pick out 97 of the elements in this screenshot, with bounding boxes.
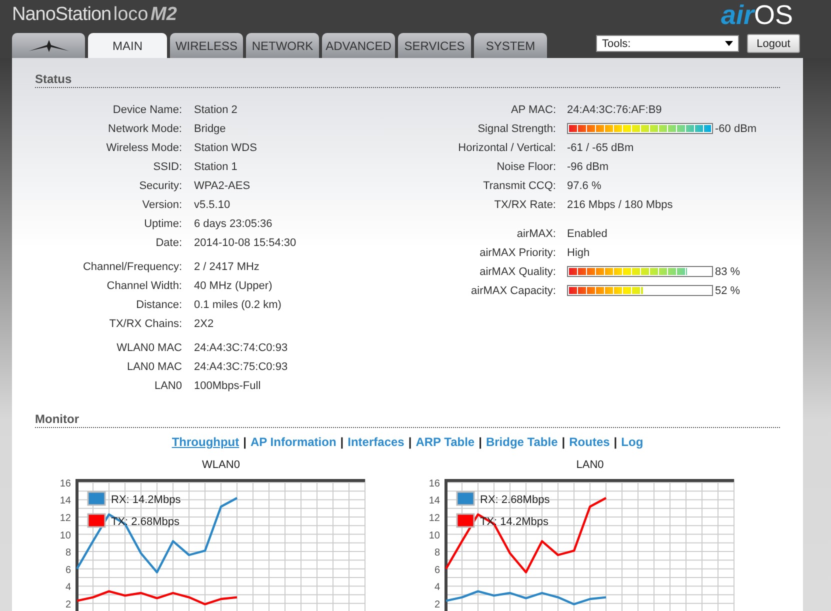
field-label: Uptime: xyxy=(143,218,182,230)
field-value: Bridge xyxy=(194,122,226,134)
field-label: Channel/Frequency: xyxy=(82,260,182,272)
field-value: Station 1 xyxy=(194,160,238,172)
field-label: LAN0 xyxy=(153,380,182,392)
section-title: Status xyxy=(35,72,780,88)
legend-label: RX: 14.2Mbps xyxy=(111,494,181,506)
y-tick-label: 14 xyxy=(428,496,440,507)
link-separator: | xyxy=(408,435,412,449)
y-tick-label: 14 xyxy=(60,496,71,507)
monitor-link[interactable]: Bridge Table xyxy=(486,435,558,449)
chart-title: LAN0 xyxy=(575,459,605,471)
y-tick-label: 16 xyxy=(428,479,440,490)
y-tick-label: 8 xyxy=(434,548,440,559)
field-value: Station WDS xyxy=(194,142,257,154)
field-value: 100Mbps-Full xyxy=(194,380,261,392)
y-tick-label: 6 xyxy=(65,564,71,576)
legend-label: RX: 2.68Mbps xyxy=(480,494,550,506)
link-separator: | xyxy=(614,435,618,449)
y-tick-label: 12 xyxy=(60,513,71,524)
field-value: Enabled xyxy=(567,228,608,240)
nav-tab[interactable]: MAIN xyxy=(88,33,167,58)
field-value: v5.5.10 xyxy=(194,198,230,210)
y-tick-label: 4 xyxy=(65,582,71,594)
field-value: 2 / 2417 MHz xyxy=(194,260,260,272)
monitor-link[interactable]: Interfaces xyxy=(348,435,404,449)
monitor-link[interactable]: Routes xyxy=(569,435,610,449)
field-label: Version: xyxy=(141,198,182,210)
field-label: Signal Strength: xyxy=(476,122,556,134)
nav-tab[interactable]: SYSTEM xyxy=(474,33,547,58)
section-title: Monitor xyxy=(35,412,780,428)
link-separator: | xyxy=(478,435,482,449)
field-value: 216 Mbps / 180 Mbps xyxy=(567,198,673,210)
monitor-link[interactable]: Throughput xyxy=(172,435,240,449)
field-label: Transmit CCQ: xyxy=(482,180,556,192)
field-value: 24:A4:3C:74:C0:93 xyxy=(194,342,288,354)
field-label: Channel Width: xyxy=(106,280,182,292)
caret-icon xyxy=(725,41,733,46)
field-label: airMAX Quality: xyxy=(478,266,556,278)
link-separator: | xyxy=(562,435,566,449)
meter-reading: 83 % xyxy=(715,266,740,278)
meter-reading: -60 dBm xyxy=(715,122,757,134)
y-tick-label: 4 xyxy=(434,582,440,594)
y-tick-label: 2 xyxy=(65,599,71,610)
field-value: 0.1 miles (0.2 km) xyxy=(194,298,282,310)
logo-tab[interactable] xyxy=(12,33,85,58)
field-value: 2X2 xyxy=(194,318,214,330)
field-value: -61 / -65 dBm xyxy=(567,142,634,154)
field-value: 2014-10-08 15:54:30 xyxy=(194,236,296,248)
field-label: airMAX Capacity: xyxy=(470,284,556,296)
y-tick-label: 12 xyxy=(428,513,440,524)
monitor-link[interactable]: ARP Table xyxy=(416,435,475,449)
y-tick-label: 6 xyxy=(434,564,440,576)
meter-reading: 52 % xyxy=(715,284,740,296)
field-value: 40 MHz (Upper) xyxy=(194,280,272,292)
field-value: Station 2 xyxy=(194,104,238,116)
field-label: airMAX Priority: xyxy=(478,246,556,258)
field-label: AP MAC: xyxy=(510,104,556,116)
field-label: TX/RX Chains: xyxy=(108,318,182,330)
field-value: 24:A4:3C:75:C0:93 xyxy=(194,360,288,372)
field-value: 24:A4:3C:76:AF:B9 xyxy=(567,104,662,116)
field-value: -96 dBm xyxy=(567,160,609,172)
monitor-link[interactable]: Log xyxy=(621,435,644,449)
field-label: airMAX: xyxy=(516,228,556,240)
field-label: Device Name: xyxy=(112,104,182,116)
field-label: Network Mode: xyxy=(107,122,182,134)
field-value: 97.6 % xyxy=(567,180,602,192)
link-separator: | xyxy=(340,435,344,449)
nav-tab[interactable]: NETWORK xyxy=(246,33,319,58)
field-label: TX/RX Rate: xyxy=(493,198,556,210)
nav-tab[interactable]: ADVANCED xyxy=(322,33,395,58)
y-tick-label: 8 xyxy=(65,548,71,559)
field-label: Security: xyxy=(138,180,182,192)
y-tick-label: 16 xyxy=(60,479,71,490)
field-label: Date: xyxy=(154,236,182,248)
tools-dropdown[interactable]: Tools: xyxy=(596,35,739,52)
field-label: Distance: xyxy=(135,298,182,310)
monitor-link[interactable]: AP Information xyxy=(250,435,336,449)
field-label: Noise Floor: xyxy=(496,160,556,172)
field-label: Horizontal / Vertical: xyxy=(457,142,556,154)
field-label: WLAN0 MAC xyxy=(116,342,182,354)
y-tick-label: 10 xyxy=(60,530,71,542)
field-label: SSID: xyxy=(152,160,182,172)
chart-title: WLAN0 xyxy=(201,459,241,471)
link-separator: | xyxy=(243,435,246,449)
field-value: WPA2-AES xyxy=(194,180,250,192)
field-label: Wireless Mode: xyxy=(105,142,182,154)
field-value: High xyxy=(567,246,590,258)
nav-tab[interactable]: WIRELESS xyxy=(170,33,243,58)
logout-button[interactable]: Logout xyxy=(747,34,800,53)
nav-tab[interactable]: SERVICES xyxy=(398,33,471,58)
brand-logo: airOS xyxy=(720,0,793,30)
field-value: 6 days 23:05:36 xyxy=(194,218,272,230)
y-tick-label: 2 xyxy=(434,599,440,610)
product-logo: NanoStation locoM2 xyxy=(12,4,177,26)
y-tick-label: 10 xyxy=(428,530,440,542)
field-label: LAN0 MAC xyxy=(126,360,182,372)
